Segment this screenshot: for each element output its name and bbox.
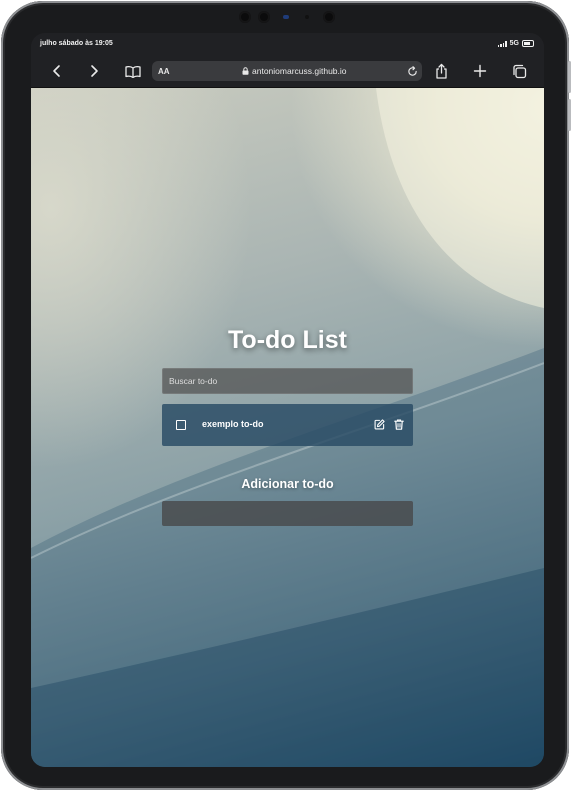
screen: julho sábado às 19:05 5G AA antoniomarcu…: [31, 33, 544, 767]
status-time: julho sábado às 19:05: [40, 40, 113, 47]
network-label: 5G: [509, 40, 519, 47]
new-tab-button[interactable]: [469, 61, 491, 81]
todo-item: exemplo to-do: [162, 404, 413, 446]
url-display[interactable]: antoniomarcuss.github.io: [242, 66, 347, 76]
volume-button-bottom: [568, 99, 571, 131]
signal-icon: [497, 40, 507, 47]
front-camera-icon: [323, 11, 335, 23]
back-button[interactable]: [46, 61, 68, 81]
todo-text: exemplo to-do: [202, 419, 264, 429]
sensor-icon: [258, 11, 270, 23]
web-content: To-do List Buscar to-do exemplo to-do Ad…: [31, 88, 544, 767]
forward-button[interactable]: [83, 61, 105, 81]
text-size-button[interactable]: AA: [158, 67, 170, 76]
plus-icon: [473, 64, 487, 78]
reload-icon: [407, 65, 417, 76]
bookmarks-button[interactable]: [122, 61, 144, 81]
url-text: antoniomarcuss.github.io: [252, 66, 347, 76]
delete-todo-button[interactable]: [393, 418, 405, 430]
todo-checkbox[interactable]: [176, 420, 186, 430]
share-button[interactable]: [430, 61, 452, 81]
chevron-left-icon: [53, 65, 60, 77]
add-todo-input[interactable]: [162, 501, 413, 526]
chevron-right-icon: [91, 65, 98, 77]
camera-bar: [231, 8, 346, 26]
tabs-icon: [512, 64, 526, 78]
indicator-light: [283, 15, 289, 19]
browser-toolbar: AA antoniomarcuss.github.io: [31, 55, 544, 88]
book-icon: [125, 65, 141, 78]
status-bar: julho sábado às 19:05 5G: [31, 33, 544, 55]
status-indicators: 5G: [497, 40, 534, 47]
edit-todo-button[interactable]: [373, 418, 385, 430]
microphone-dot: [305, 15, 309, 19]
volume-button-top: [568, 61, 571, 93]
tablet-frame: julho sábado às 19:05 5G AA antoniomarcu…: [1, 1, 571, 790]
reload-button[interactable]: [404, 61, 420, 81]
todo-actions: [373, 418, 405, 430]
address-bar[interactable]: AA antoniomarcuss.github.io: [152, 61, 422, 81]
search-placeholder: Buscar to-do: [169, 376, 218, 386]
share-icon: [435, 63, 447, 79]
tabs-button[interactable]: [508, 61, 530, 81]
battery-icon: [522, 40, 534, 47]
page-title: To-do List: [228, 326, 347, 354]
trash-icon: [394, 418, 404, 430]
add-todo-label: Adicionar to-do: [241, 477, 334, 491]
edit-icon: [374, 418, 385, 429]
camera-lens-icon: [239, 11, 251, 23]
lock-icon: [242, 67, 249, 75]
search-input[interactable]: Buscar to-do: [162, 368, 413, 394]
